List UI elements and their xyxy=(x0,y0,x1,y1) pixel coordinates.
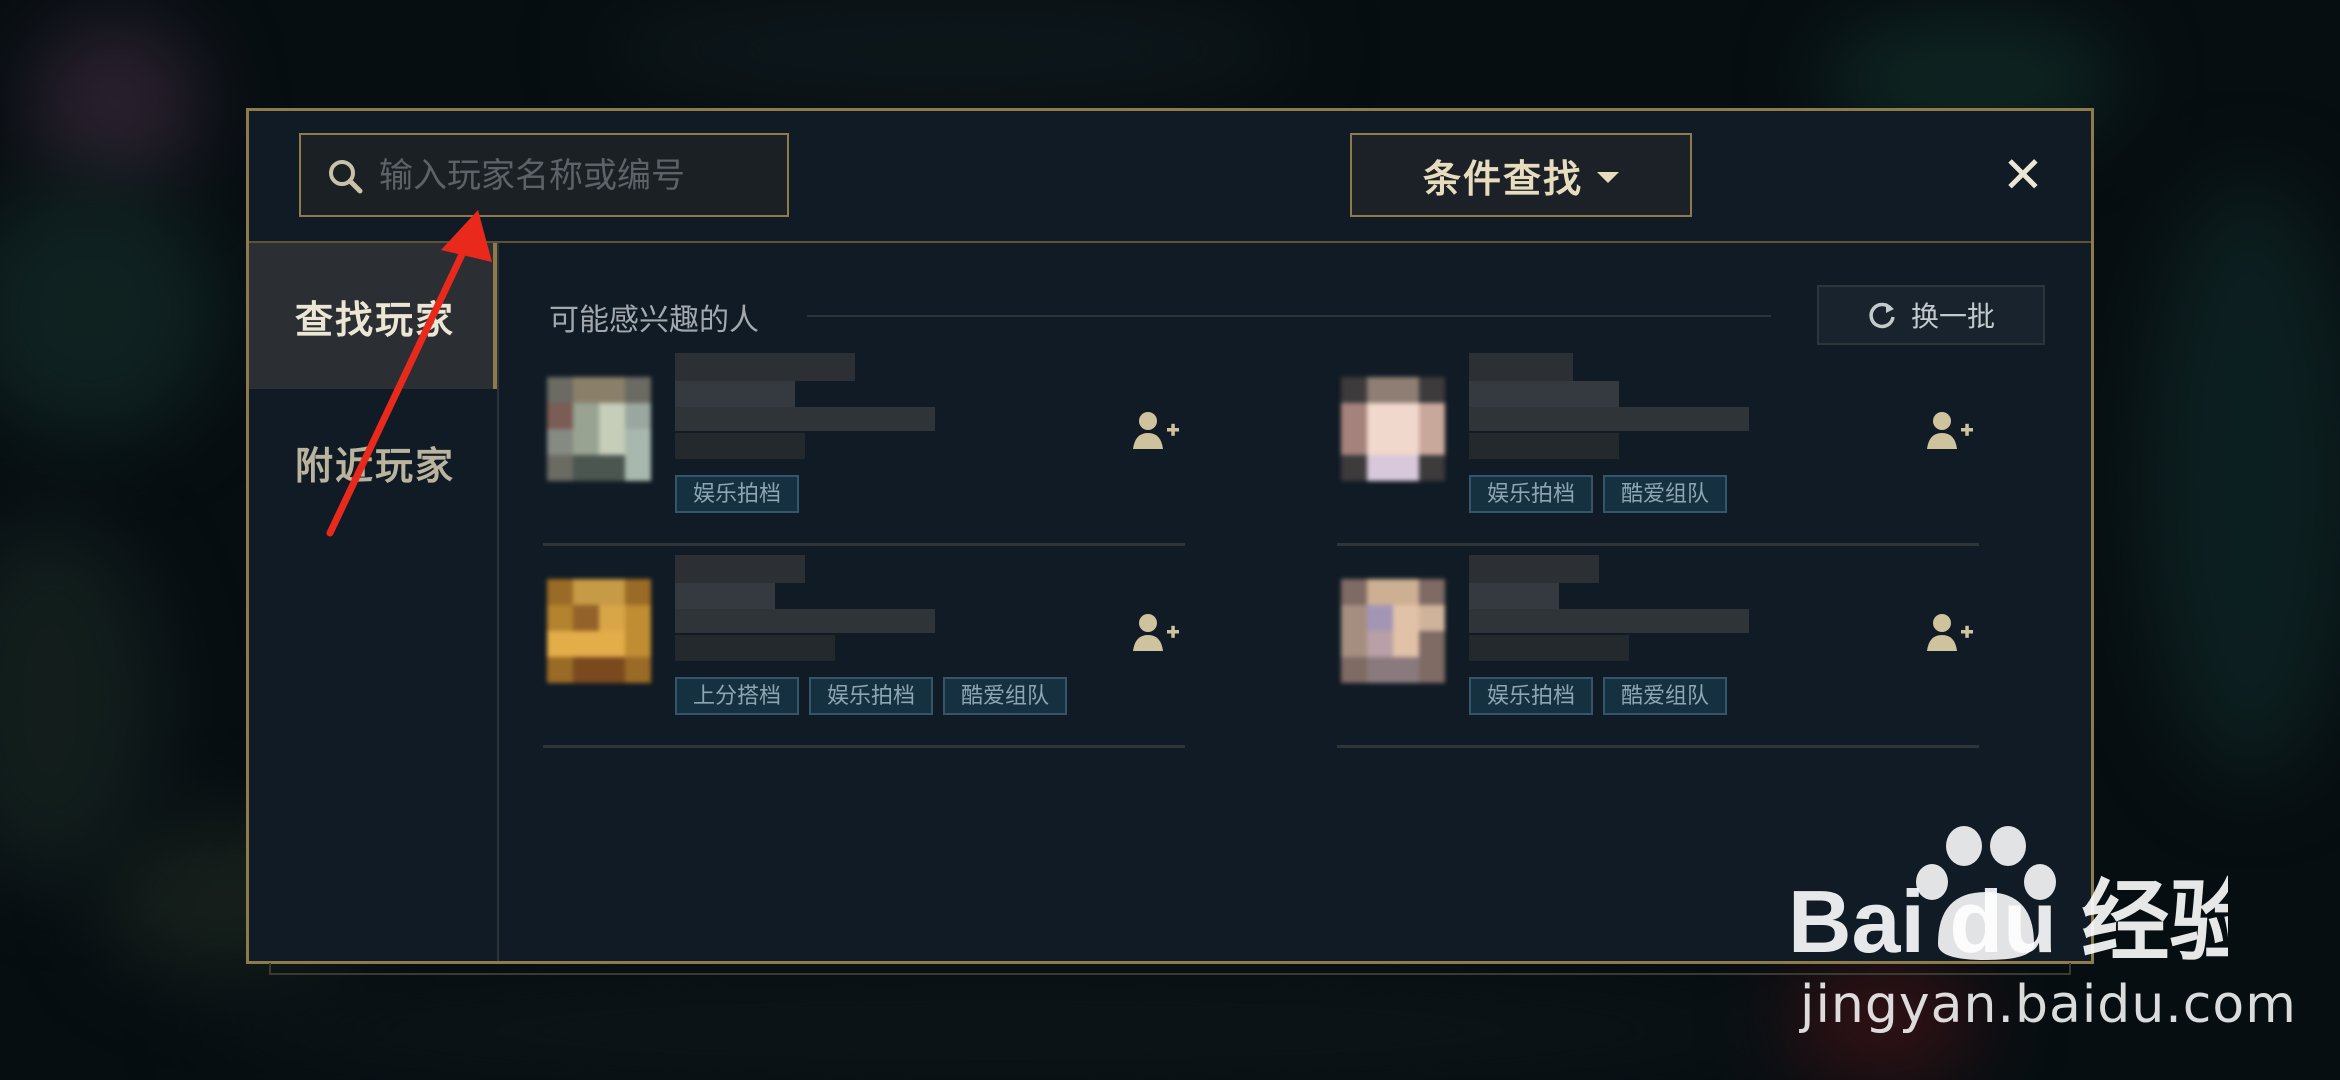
add-friend-icon[interactable] xyxy=(1925,611,1975,655)
filter-search-label: 条件查找 xyxy=(1422,156,1583,201)
sidebar-item-find-player[interactable]: 查找玩家 xyxy=(249,243,497,389)
search-input[interactable] xyxy=(377,149,771,203)
player-card[interactable]: 娱乐拍档 xyxy=(543,353,1185,546)
watermark-brand: Bai du 经验 xyxy=(1788,872,2228,971)
tag: 娱乐拍档 xyxy=(675,475,800,513)
tag: 酷爱组队 xyxy=(943,677,1068,715)
tag: 酷爱组队 xyxy=(1603,677,1728,715)
refresh-icon xyxy=(1869,302,1895,329)
add-friend-icon[interactable] xyxy=(1925,409,1975,453)
tag: 娱乐拍档 xyxy=(1469,677,1594,715)
refresh-button[interactable]: 换一批 xyxy=(1817,285,2045,345)
search-box[interactable] xyxy=(299,133,789,217)
add-friend-icon[interactable] xyxy=(1131,611,1181,655)
player-tags: 娱乐拍档 酷爱组队 xyxy=(1469,677,1728,715)
player-card[interactable]: 娱乐拍档 酷爱组队 xyxy=(1337,555,1979,748)
player-tags: 上分搭档 娱乐拍档 酷爱组队 xyxy=(675,677,1068,715)
close-icon[interactable]: ✕ xyxy=(1999,150,2047,200)
watermark-url: jingyan.baidu.com xyxy=(1800,975,2297,1035)
search-icon xyxy=(329,160,363,194)
refresh-label: 换一批 xyxy=(1910,300,1995,333)
avatar xyxy=(1341,579,1445,683)
sidebar-item-label: 查找玩家 xyxy=(295,297,456,342)
player-card[interactable]: 上分搭档 娱乐拍档 酷爱组队 xyxy=(543,555,1185,748)
add-friend-icon[interactable] xyxy=(1131,409,1181,453)
section-title: 可能感兴趣的人 xyxy=(549,303,759,338)
player-tags: 娱乐拍档 酷爱组队 xyxy=(1469,475,1728,513)
player-card[interactable]: 娱乐拍档 酷爱组队 xyxy=(1337,353,1979,546)
tag: 酷爱组队 xyxy=(1603,475,1728,513)
sidebar-item-nearby-player[interactable]: 附近玩家 xyxy=(249,389,497,535)
tag: 娱乐拍档 xyxy=(809,677,934,715)
section-divider xyxy=(807,315,1771,317)
tag: 娱乐拍档 xyxy=(1469,475,1594,513)
sidebar-item-label: 附近玩家 xyxy=(295,443,456,488)
avatar xyxy=(1341,377,1445,481)
caret-down-icon xyxy=(1597,171,1619,183)
sidebar: 查找玩家 附近玩家 xyxy=(249,243,499,961)
tag: 上分搭档 xyxy=(675,677,800,715)
dialog-header: 条件查找 ✕ xyxy=(249,111,2091,243)
avatar xyxy=(547,377,651,481)
filter-search-button[interactable]: 条件查找 xyxy=(1350,133,1692,217)
avatar xyxy=(547,579,651,683)
player-tags: 娱乐拍档 xyxy=(675,475,800,513)
